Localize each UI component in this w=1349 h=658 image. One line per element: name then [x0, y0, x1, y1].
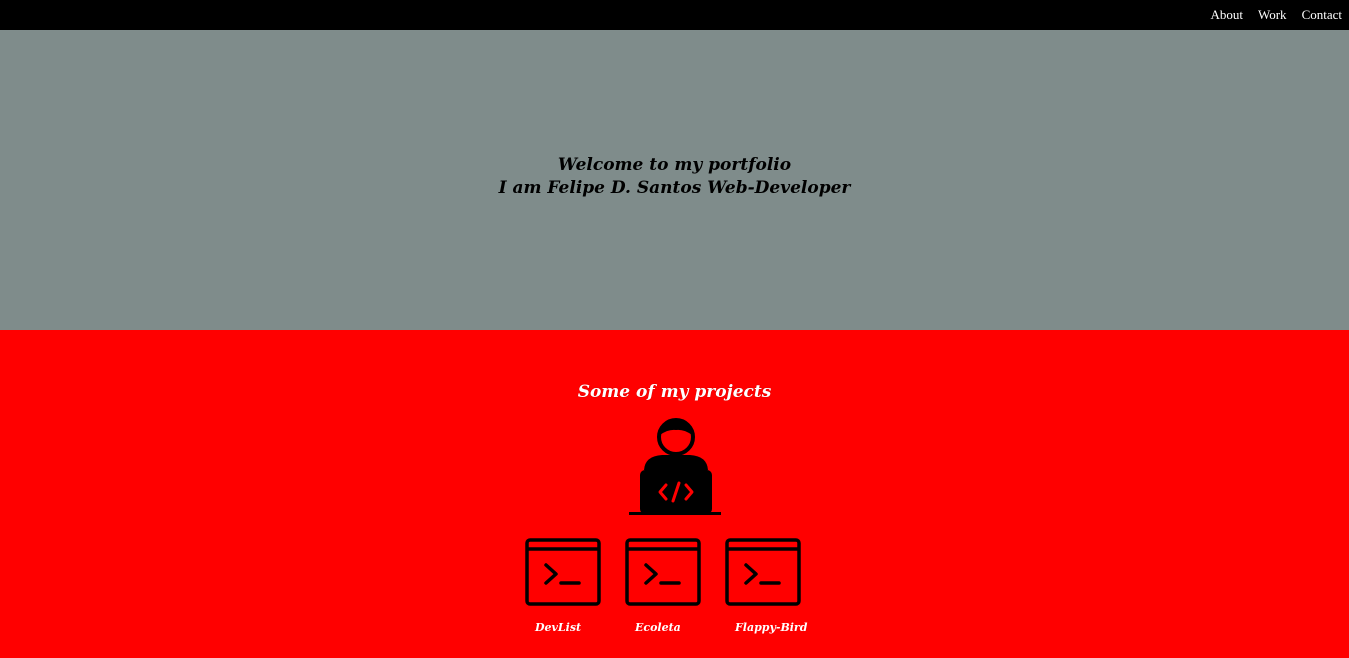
project-label-flappy-bird: Flappy-Bird	[735, 621, 808, 634]
projects-section: Some of my projects DevList Ecoleta Flap…	[0, 330, 1349, 658]
hero-welcome-text: Welcome to my portfolio	[557, 155, 792, 175]
project-flappy-bird[interactable]: Flappy-Bird	[725, 538, 807, 634]
top-navbar: About Work Contact	[0, 0, 1349, 30]
terminal-icon	[725, 538, 801, 606]
project-label-ecoleta: Ecoleta	[635, 621, 681, 634]
nav-link-contact[interactable]: Contact	[1302, 7, 1342, 23]
hero-section: Welcome to my portfolio I am Felipe D. S…	[0, 30, 1349, 330]
project-ecoleta[interactable]: Ecoleta	[625, 538, 701, 634]
hero-intro-text: I am Felipe D. Santos Web-Developer	[498, 178, 851, 198]
project-devlist[interactable]: DevList	[525, 538, 601, 634]
nav-menu: About Work Contact	[1211, 7, 1343, 23]
projects-title: Some of my projects	[577, 382, 772, 402]
nav-link-about[interactable]: About	[1211, 7, 1244, 23]
developer-at-laptop-icon	[629, 418, 721, 515]
nav-link-work[interactable]: Work	[1258, 7, 1287, 23]
terminal-icon	[525, 538, 601, 606]
terminal-icon	[625, 538, 701, 606]
hero-heading: Welcome to my portfolio I am Felipe D. S…	[0, 154, 1349, 200]
project-label-devlist: DevList	[535, 621, 582, 634]
